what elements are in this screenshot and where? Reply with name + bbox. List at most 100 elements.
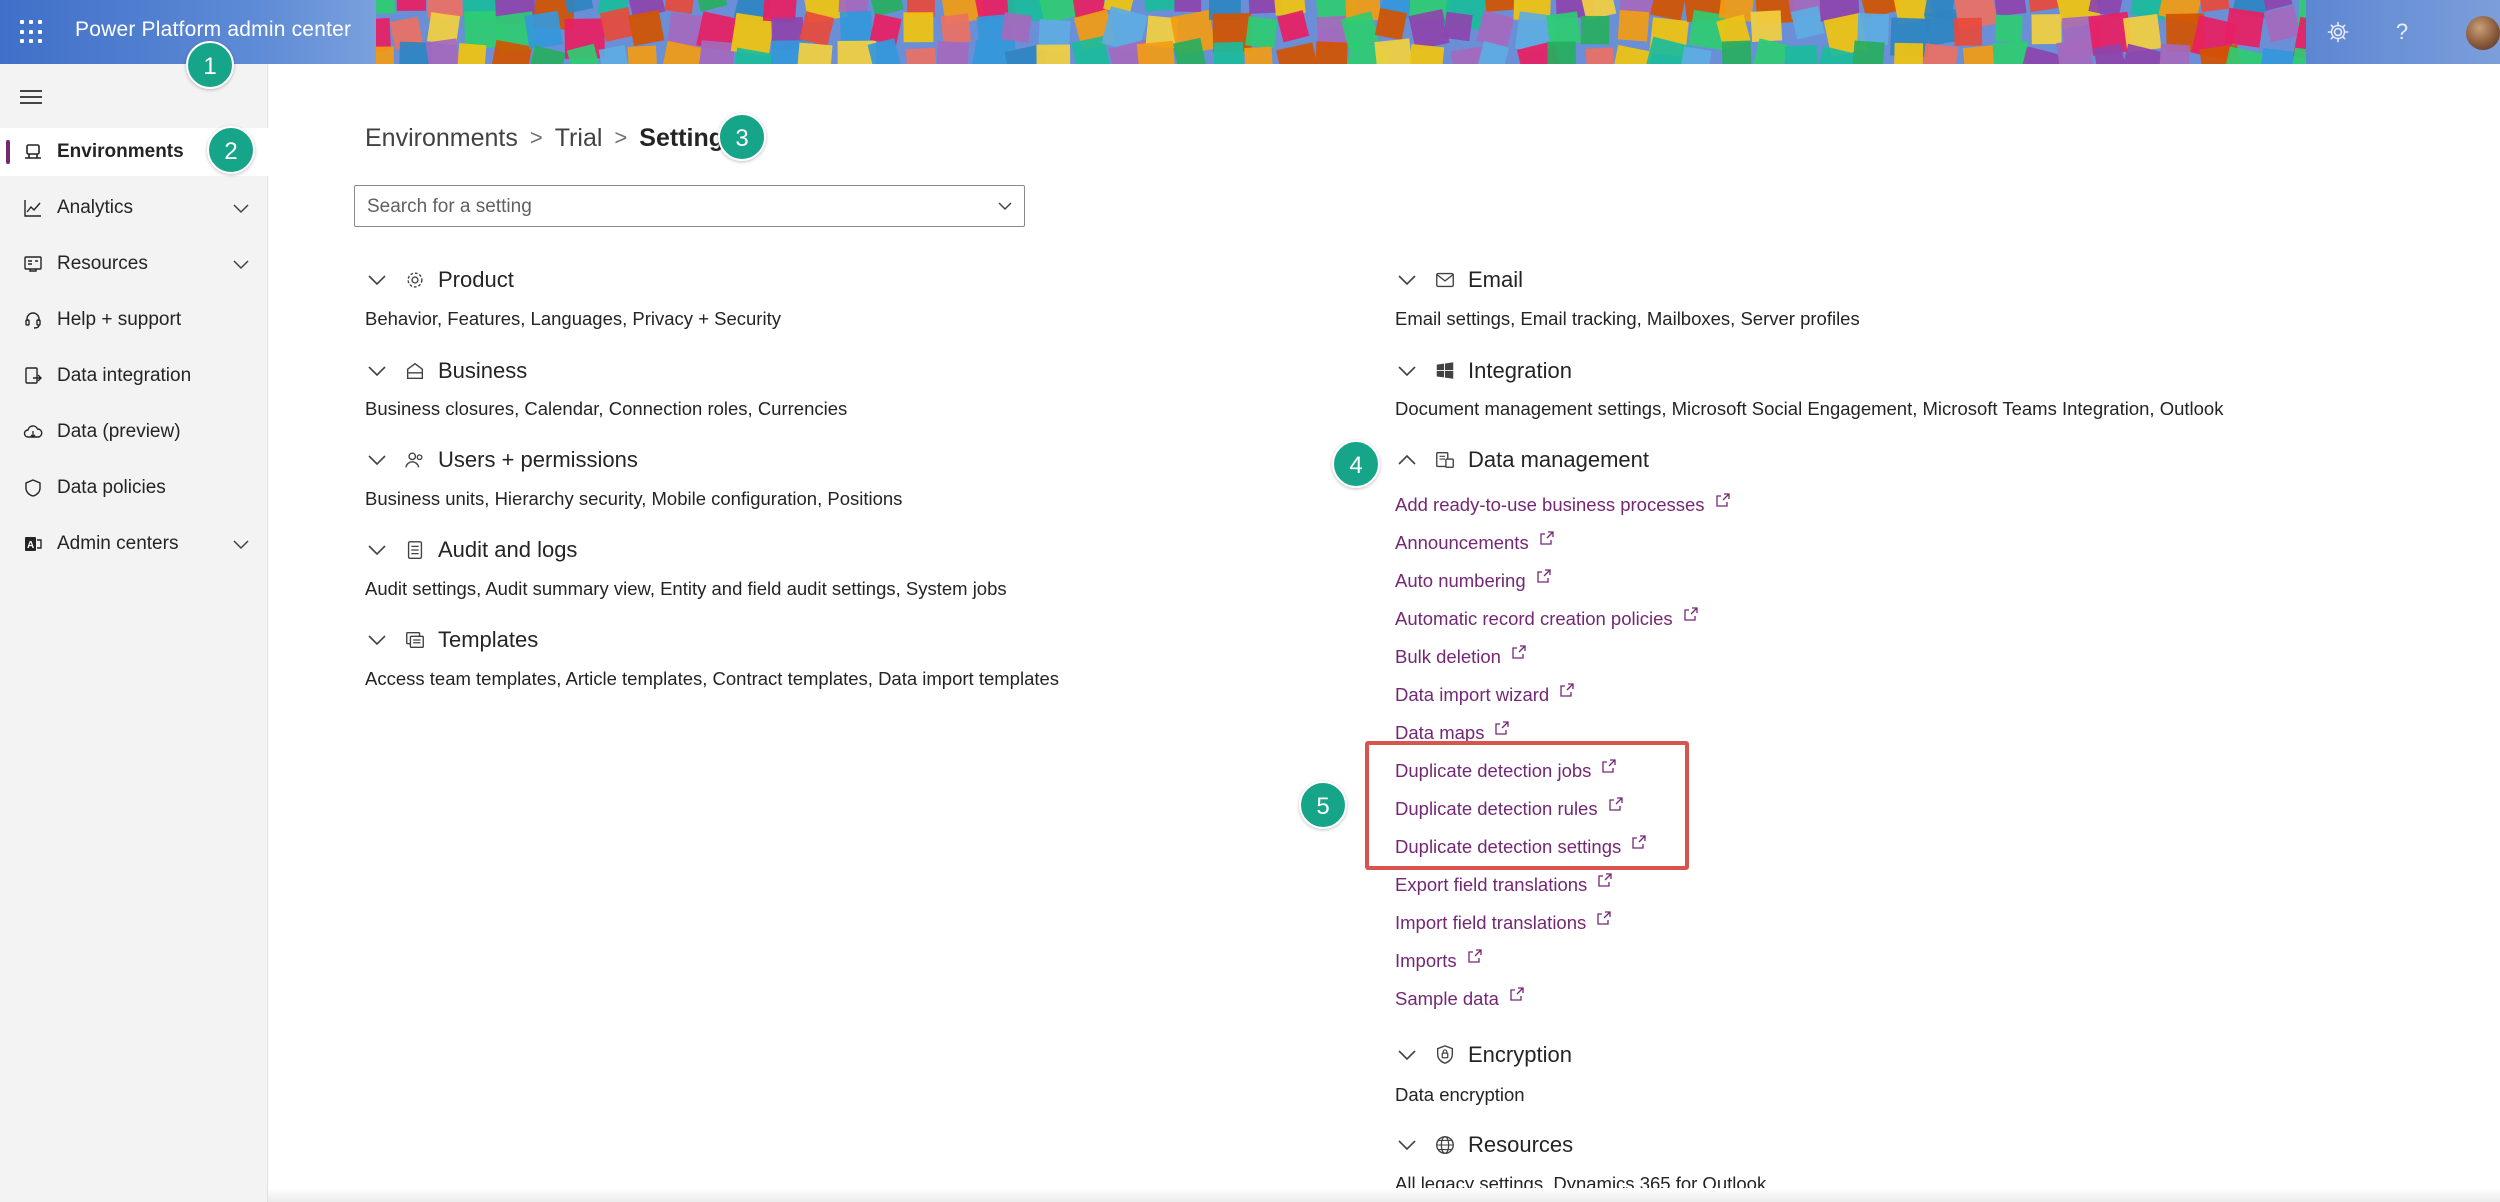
data-management-link[interactable]: Bulk deletion — [1395, 645, 1527, 668]
link-label: Announcements — [1395, 532, 1529, 553]
chevron-down-icon[interactable] — [365, 359, 389, 383]
chevron-down-icon[interactable] — [365, 628, 389, 652]
document-icon — [403, 538, 427, 562]
sidebar-item-resources[interactable]: Resources — [0, 240, 268, 288]
group-description: Behavior, Features, Languages, Privacy +… — [365, 308, 781, 329]
open-external-icon — [1540, 531, 1554, 545]
data-management-link[interactable]: Automatic record creation policies — [1395, 607, 1699, 630]
svg-text:A: A — [27, 540, 34, 551]
group-description: Email settings, Email tracking, Mailboxe… — [1395, 308, 1860, 329]
breadcrumb: Environments > Trial > Settings — [365, 120, 738, 156]
top-header: Power Platform admin center ? — [0, 0, 2500, 64]
group-audit-logs[interactable]: Audit and logs — [365, 533, 577, 567]
chevron-down-icon[interactable] — [230, 197, 252, 219]
sidebar-item-label: Data (preview) — [57, 421, 181, 442]
callout-badge-1: 1 — [186, 41, 234, 89]
link-label: Add ready-to-use business processes — [1395, 494, 1705, 515]
chevron-down-icon[interactable] — [365, 538, 389, 562]
open-external-icon — [1560, 683, 1574, 697]
data-management-link[interactable]: Imports — [1395, 949, 1483, 972]
link-label: Export field translations — [1395, 874, 1588, 895]
group-business[interactable]: Business — [365, 354, 527, 388]
callout-badge-4: 4 — [1332, 440, 1380, 488]
data-management-link[interactable]: Announcements — [1395, 531, 1555, 554]
breadcrumb-environments[interactable]: Environments — [365, 124, 518, 153]
group-description: Document management settings, Microsoft … — [1395, 398, 2224, 419]
chevron-down-icon[interactable] — [1395, 359, 1419, 383]
open-external-icon — [1495, 721, 1510, 735]
sidebar: Environments Analytics Resources Help + … — [0, 64, 268, 1202]
sidebar-item-admin-centers[interactable]: A Admin centers — [0, 520, 268, 568]
open-external-icon — [1512, 645, 1526, 659]
globe-icon — [1433, 1133, 1457, 1157]
group-encryption[interactable]: Encryption — [1395, 1038, 1572, 1072]
search-setting-combobox[interactable] — [354, 185, 1025, 227]
chevron-up-icon[interactable] — [1395, 448, 1419, 472]
group-title: Email — [1468, 267, 1524, 292]
group-title: Integration — [1468, 358, 1572, 383]
open-external-icon — [1598, 873, 1612, 887]
header-banner-image — [376, 0, 2306, 64]
data-management-link[interactable]: Import field translations — [1395, 911, 1612, 934]
group-templates[interactable]: Templates — [365, 623, 538, 657]
link-label: Auto numbering — [1395, 570, 1526, 591]
chevron-down-icon[interactable] — [1395, 1133, 1419, 1157]
group-integration[interactable]: Integration — [1395, 354, 1572, 388]
link-label: Imports — [1395, 950, 1457, 971]
sidebar-item-data-preview[interactable]: Data (preview) — [0, 408, 268, 456]
group-title: Audit and logs — [438, 537, 578, 562]
group-data-management[interactable]: Data management — [1395, 443, 1649, 477]
data-management-link[interactable]: Sample data — [1395, 987, 1525, 1010]
app-title[interactable]: Power Platform admin center — [75, 18, 351, 42]
group-description: Data encryption — [1395, 1084, 1525, 1105]
waffle-icon[interactable] — [20, 20, 44, 44]
admin-centers-icon: A — [22, 533, 44, 555]
group-users-permissions[interactable]: Users + permissions — [365, 443, 638, 477]
sidebar-item-label: Resources — [57, 253, 148, 274]
data-management-link[interactable]: Add ready-to-use business processes — [1395, 493, 1731, 516]
group-product[interactable]: Product — [365, 263, 514, 297]
group-resources[interactable]: Resources — [1395, 1128, 1573, 1162]
data-management-link[interactable]: Export field translations — [1395, 873, 1613, 896]
group-title: Business — [438, 358, 528, 383]
open-external-icon — [1536, 569, 1551, 583]
sidebar-item-data-integration[interactable]: Data integration — [0, 352, 268, 400]
group-title: Templates — [438, 627, 539, 652]
link-label: Sample data — [1395, 988, 1499, 1009]
group-email[interactable]: Email — [1395, 263, 1523, 297]
data-management-link[interactable]: Data import wizard — [1395, 683, 1575, 706]
open-external-icon — [1468, 949, 1482, 963]
help-icon[interactable]: ? — [2386, 16, 2418, 48]
group-description: Business closures, Calendar, Connection … — [365, 398, 848, 419]
callout-badge-5: 5 — [1299, 781, 1347, 829]
open-external-icon — [1510, 987, 1524, 1001]
mail-icon — [1433, 268, 1457, 292]
chevron-down-icon[interactable] — [1395, 268, 1419, 292]
link-label: Automatic record creation policies — [1395, 608, 1673, 629]
chevron-down-icon[interactable] — [995, 196, 1015, 216]
chevron-down-icon[interactable] — [230, 533, 252, 555]
gear-icon[interactable] — [2322, 16, 2354, 48]
search-input[interactable] — [367, 194, 967, 220]
link-label: Import field translations — [1395, 912, 1587, 933]
chevron-down-icon[interactable] — [365, 268, 389, 292]
sidebar-item-label: Data policies — [57, 477, 166, 498]
bottom-scroll-shade — [268, 1188, 2500, 1202]
chevron-down-icon[interactable] — [230, 253, 252, 275]
chevron-down-icon[interactable] — [365, 448, 389, 472]
templates-icon — [403, 628, 427, 652]
data-management-link[interactable]: Auto numbering — [1395, 569, 1552, 592]
data-management-icon — [1433, 448, 1457, 472]
group-title: Users + permissions — [438, 447, 638, 472]
sidebar-item-help-support[interactable]: Help + support — [0, 296, 268, 344]
sidebar-item-data-policies[interactable]: Data policies — [0, 464, 268, 512]
callout-badge-2: 2 — [207, 126, 255, 174]
group-title: Data management — [1468, 447, 1649, 472]
sidebar-item-analytics[interactable]: Analytics — [0, 184, 268, 232]
shield-icon — [22, 477, 44, 499]
group-title: Encryption — [1468, 1042, 1572, 1067]
hamburger-menu-icon[interactable] — [20, 90, 42, 106]
avatar[interactable] — [2466, 16, 2500, 50]
breadcrumb-trial[interactable]: Trial — [555, 124, 603, 153]
chevron-down-icon[interactable] — [1395, 1043, 1419, 1067]
